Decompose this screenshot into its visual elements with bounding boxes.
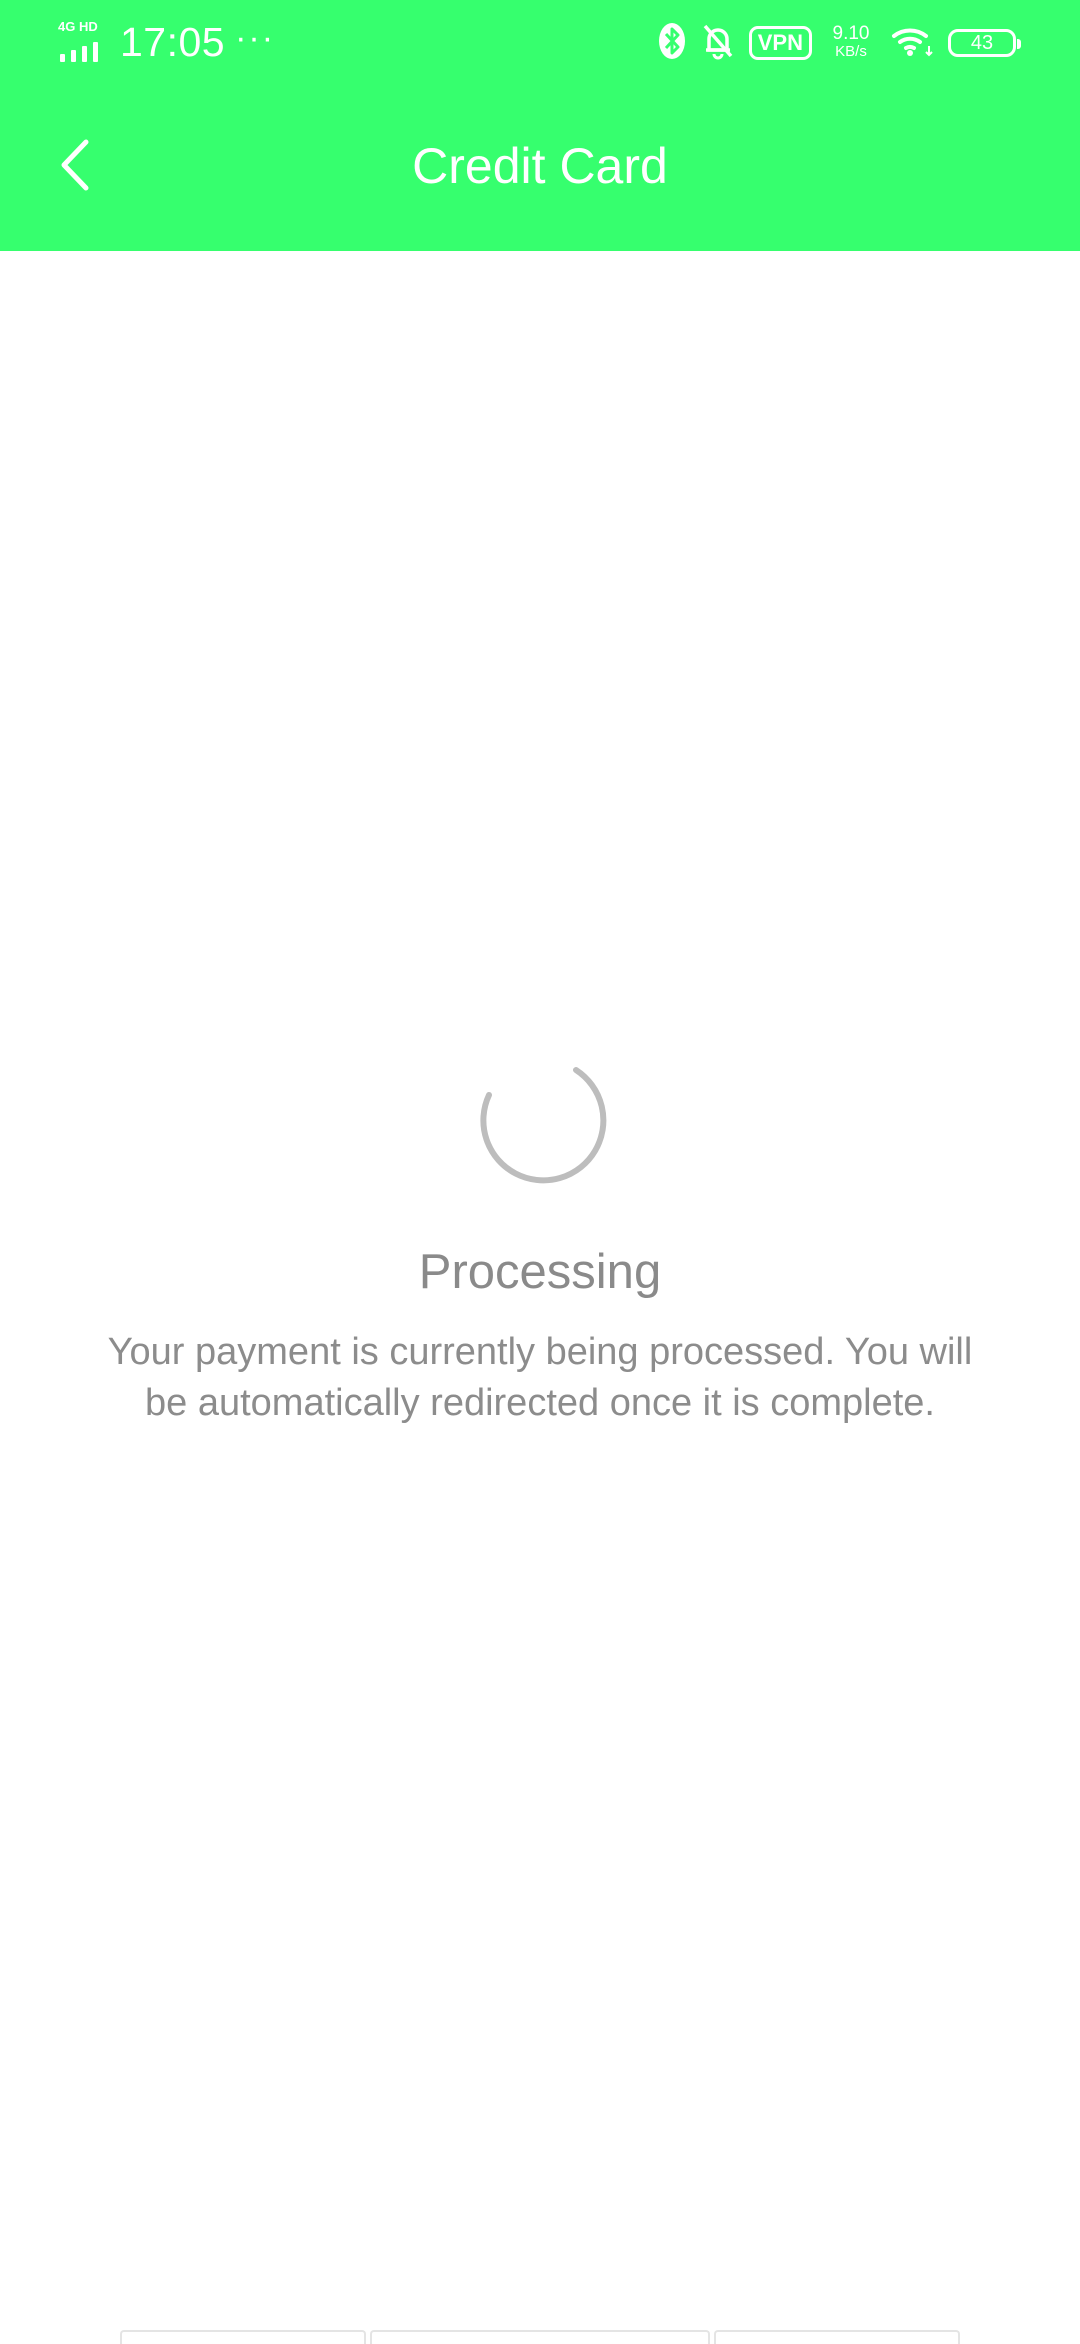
bell-muted-icon xyxy=(701,22,735,65)
wifi-icon xyxy=(890,24,934,63)
page-title: Credit Card xyxy=(412,138,668,194)
status-bar-right: VPN 9.10 KB/s 43 xyxy=(657,20,1022,66)
bottom-tabs-partial xyxy=(0,2326,1080,2344)
status-bar-left: 4G HD 17:05 ··· xyxy=(58,18,275,66)
cellular-signal-icon: 4G HD xyxy=(58,20,106,64)
bluetooth-icon xyxy=(657,21,687,66)
status-bar: 4G HD 17:05 ··· VPN 9.10 KB/s 43 xyxy=(0,0,1080,84)
network-type: 4G HD xyxy=(58,19,98,34)
processing-title: Processing xyxy=(418,1245,662,1299)
speed-value: 9.10 xyxy=(832,23,870,44)
bottom-tab[interactable] xyxy=(714,2330,960,2344)
app-header: 4G HD 17:05 ··· VPN 9.10 KB/s 43 Credit … xyxy=(0,0,1080,251)
more-notifications-indicator: ··· xyxy=(235,18,276,57)
battery-icon: 43 xyxy=(948,29,1021,57)
bottom-tab[interactable] xyxy=(370,2330,710,2344)
battery-level: 43 xyxy=(970,31,994,54)
speed-unit: KB/s xyxy=(835,43,867,60)
network-speed: 9.10 KB/s xyxy=(826,23,876,61)
vpn-badge: VPN xyxy=(748,26,812,60)
status-time: 17:05 xyxy=(120,18,226,65)
bottom-tab[interactable] xyxy=(120,2330,366,2344)
loading-spinner-icon xyxy=(480,1067,607,1184)
processing-message: Your payment is currently being processe… xyxy=(107,1331,973,1424)
